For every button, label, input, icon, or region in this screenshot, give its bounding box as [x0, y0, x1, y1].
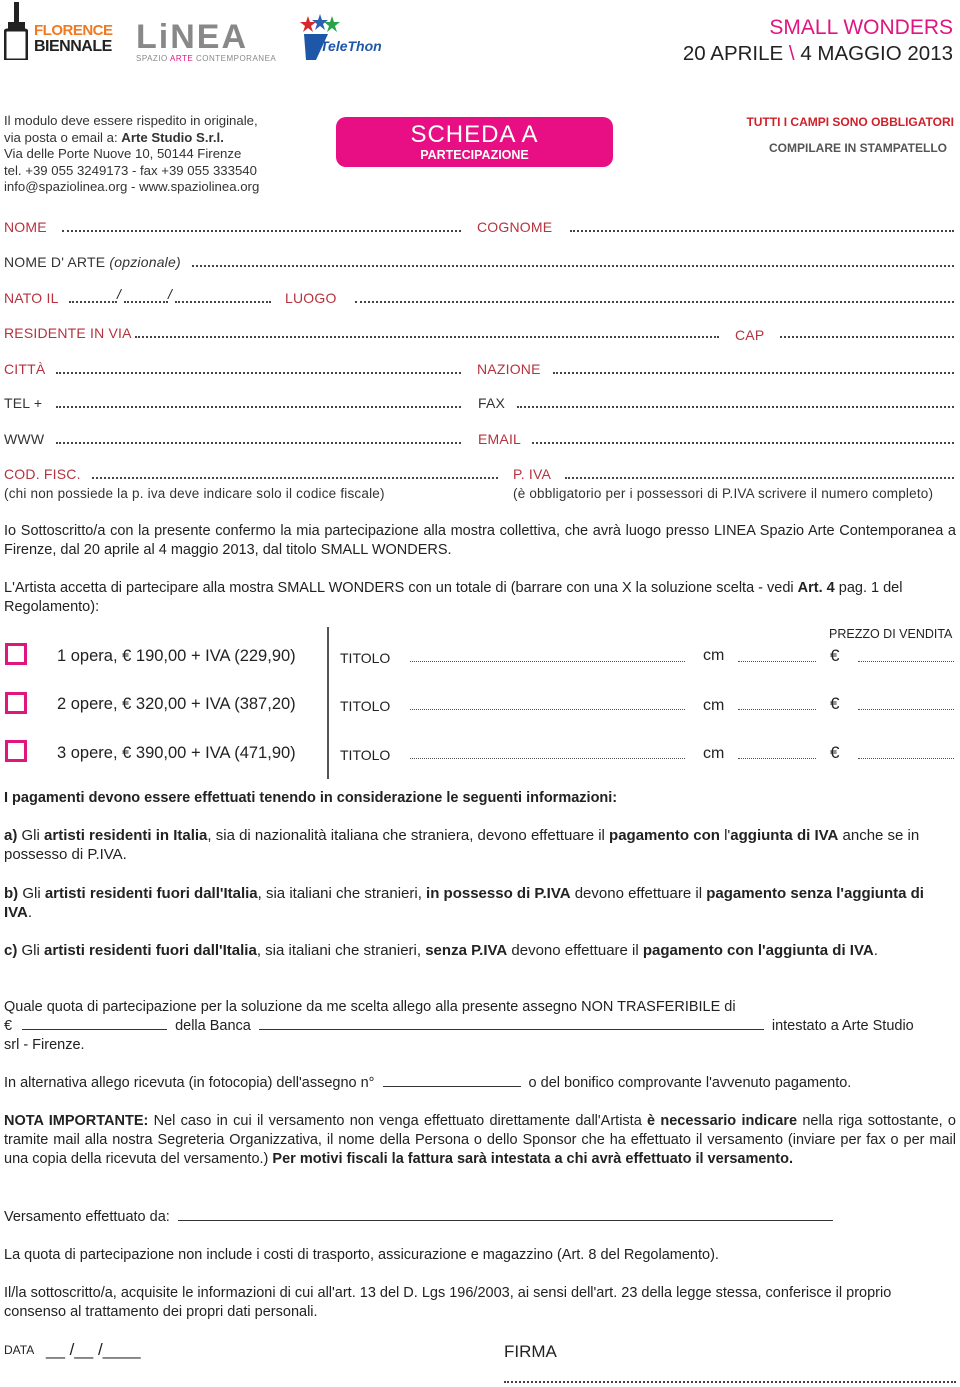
contact-block: Il modulo deve essere rispedito in origi… — [4, 113, 260, 194]
option-3-label: 3 opere, € 390,00 + IVA (471,90) — [57, 744, 296, 762]
nome-label: NOME — [4, 219, 47, 235]
cheque-number-field[interactable] — [382, 1074, 521, 1087]
nome-field[interactable] — [62, 230, 461, 232]
nato-il-label: NATO IL — [4, 290, 59, 306]
option-2-label: 2 opere, € 320,00 + IVA (387,20) — [57, 695, 296, 713]
piva-field[interactable] — [565, 477, 954, 479]
options-intro: L'Artista accetta di partecipare alla mo… — [4, 580, 903, 615]
payment-rule-a: a) Gli artisti residenti in Italia, sia … — [4, 827, 920, 863]
alternative-paragraph: In alternativa allego ricevuta (in fotoc… — [4, 1074, 852, 1091]
piva-label: P. IVA — [513, 466, 552, 482]
fax-field[interactable] — [517, 406, 954, 408]
event-dates: 20 APRILE \ 4 MAGGIO 2013 — [682, 42, 953, 65]
important-note: NOTA IMPORTANTE: Nel caso in cui il vers… — [4, 1113, 956, 1167]
option-2-checkbox[interactable] — [5, 692, 27, 714]
cod-fisc-label: COD. FISC. — [4, 466, 81, 482]
cognome-field[interactable] — [570, 230, 954, 232]
tel-field[interactable] — [56, 406, 461, 408]
signature-field[interactable] — [504, 1381, 956, 1383]
payee-line2: srl - Firenze. — [4, 1037, 85, 1053]
nazione-field[interactable] — [553, 372, 954, 374]
luogo-label: LUOGO — [285, 290, 337, 306]
option-2-cm-field[interactable] — [738, 709, 816, 710]
brush-icon — [4, 2, 28, 60]
scheda-badge: SCHEDA A PARTECIPAZIONE — [336, 117, 613, 167]
date-slash: / — [168, 286, 173, 302]
intro-paragraph: Io Sottoscritto/a con la presente confer… — [4, 523, 956, 558]
citta-label: CITTÀ — [4, 361, 46, 377]
nato-il-day-field[interactable] — [69, 301, 117, 303]
piva-note: (è obbligatorio per i possessori di P.IV… — [513, 486, 934, 501]
linea-logo: LiNEA SPAZIO ARTE CONTEMPORANEA — [136, 18, 277, 63]
option-1-label: 1 opera, € 190,00 + IVA (229,90) — [57, 647, 296, 665]
price-header: PREZZO DI VENDITA — [829, 627, 953, 641]
cognome-label: COGNOME — [477, 219, 553, 235]
cap-label: CAP — [735, 327, 765, 343]
residente-label: RESIDENTE IN VIA — [4, 325, 132, 341]
luogo-field[interactable] — [355, 301, 954, 303]
bank-name-field[interactable] — [258, 1017, 764, 1030]
tel-label: TEL + — [4, 395, 43, 411]
payment-rule-c: c) Gli artisti residenti fuori dall'Ital… — [4, 942, 878, 959]
email-label: EMAIL — [478, 431, 522, 447]
citta-field[interactable] — [56, 372, 461, 374]
option-1-cm-field[interactable] — [738, 661, 816, 662]
payee-line1: intestato a Arte Studio — [771, 1018, 914, 1034]
option-3-price-field[interactable] — [858, 758, 954, 759]
euro-icon: € — [830, 646, 840, 665]
quota-note: La quota di partecipazione non include i… — [4, 1247, 719, 1263]
cheque-paragraph: Quale quota di partecipazione per la sol… — [4, 998, 956, 1055]
option-3-checkbox[interactable] — [5, 740, 27, 762]
titolo-label: TITOLO — [340, 747, 391, 763]
cod-fisc-note: (chi non possiede la p. iva deve indicar… — [4, 486, 385, 501]
fax-label: FAX — [478, 395, 506, 411]
option-2-titolo-field[interactable] — [410, 709, 685, 710]
payments-header: I pagamenti devono essere effettuati ten… — [4, 790, 618, 806]
payment-rule-b: b) Gli artisti residenti fuori dall'Ital… — [4, 885, 924, 921]
residente-field[interactable] — [135, 336, 719, 338]
options-divider — [327, 627, 329, 779]
nome-arte-label: NOME D' ARTE (opzionale) — [4, 254, 181, 270]
nome-arte-field[interactable] — [192, 265, 954, 267]
option-1-titolo-field[interactable] — [410, 661, 685, 662]
option-1-checkbox[interactable] — [5, 643, 27, 665]
euro-icon: € — [830, 694, 840, 713]
date-slash: / — [117, 286, 122, 302]
required-notice: TUTTI I CAMPI SONO OBBLIGATORI — [746, 115, 954, 129]
cm-label: cm — [703, 697, 725, 714]
cod-fisc-field[interactable] — [92, 477, 498, 479]
www-label: WWW — [4, 431, 45, 447]
versamento-row: Versamento effettuato da: — [4, 1208, 956, 1227]
cheque-amount-field[interactable] — [22, 1017, 168, 1030]
option-3-titolo-field[interactable] — [410, 758, 685, 759]
firma-label: FIRMA — [504, 1342, 557, 1361]
telethon-logo: TeleThon — [298, 14, 382, 64]
print-notice: COMPILARE IN STAMPATELLO — [769, 141, 947, 155]
cap-field[interactable] — [780, 336, 954, 338]
option-2-price-field[interactable] — [858, 709, 954, 710]
cm-label: cm — [703, 745, 725, 762]
option-1-price-field[interactable] — [858, 661, 954, 662]
date-field[interactable]: __ /__ /____ — [46, 1340, 141, 1360]
nato-il-year-field[interactable] — [175, 301, 271, 303]
email-field[interactable] — [532, 442, 954, 444]
privacy-consent: Il/la sottoscritto/a, acquisite le infor… — [4, 1285, 892, 1320]
cm-label: cm — [703, 647, 725, 664]
nazione-label: NAZIONE — [477, 361, 541, 377]
nato-il-month-field[interactable] — [124, 301, 168, 303]
titolo-label: TITOLO — [340, 698, 391, 714]
www-field[interactable] — [56, 442, 461, 444]
titolo-label: TITOLO — [340, 650, 391, 666]
florence-biennale-logo: FLORENCE BIENNALE — [4, 2, 113, 62]
euro-icon: € — [830, 743, 840, 762]
event-title: SMALL WONDERS — [769, 16, 953, 39]
data-label: DATA — [4, 1343, 35, 1357]
option-3-cm-field[interactable] — [738, 758, 816, 759]
versamento-field[interactable] — [177, 1208, 833, 1221]
